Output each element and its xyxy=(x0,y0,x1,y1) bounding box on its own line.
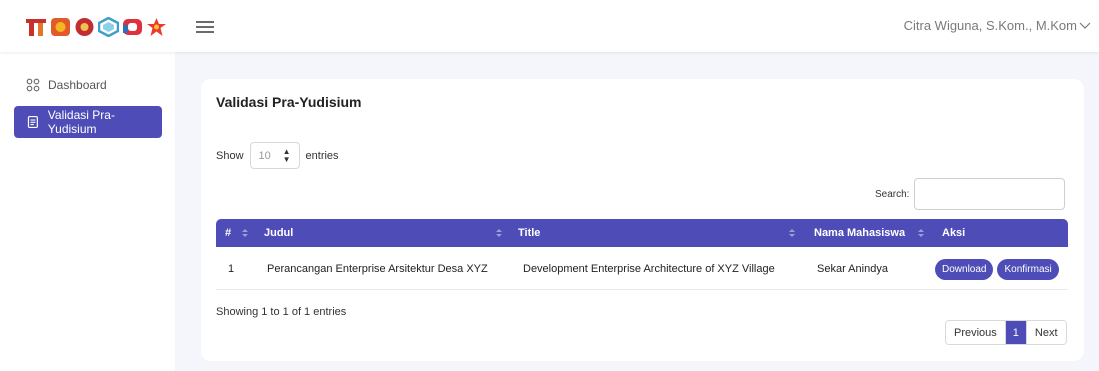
logo-mark-shield-icon xyxy=(51,18,70,36)
top-header: Citra Wiguna, S.Kom., M.Kom xyxy=(0,0,1099,52)
logo-mark-badge-icon xyxy=(98,17,119,37)
page-title: Validasi Pra-Yudisium xyxy=(216,94,362,110)
cell-actions: Download Konfirmasi xyxy=(935,248,1059,290)
logo-mark-loop-icon xyxy=(123,19,142,35)
cell-title: Development Enterprise Architecture of X… xyxy=(523,263,775,275)
pagination: Previous 1 Next xyxy=(945,320,1067,345)
next-page-button[interactable]: Next xyxy=(1025,321,1066,344)
search-input[interactable] xyxy=(914,178,1066,210)
column-header-nama-mahasiswa[interactable]: Nama Mahasiswa xyxy=(814,219,905,247)
search-control: Search: xyxy=(875,178,1066,210)
sort-icon xyxy=(495,224,503,242)
show-label: Show xyxy=(216,149,244,162)
download-button[interactable]: Download xyxy=(935,258,994,280)
user-menu[interactable]: Citra Wiguna, S.Kom., M.Kom xyxy=(904,18,1091,33)
konfirmasi-button[interactable]: Konfirmasi xyxy=(997,258,1059,280)
grid-icon xyxy=(26,78,40,92)
sidebar-item-label: Validasi Pra-Yudisium xyxy=(47,108,115,136)
column-header-number[interactable]: # xyxy=(225,219,231,247)
search-label: Search: xyxy=(875,188,910,200)
logo-mark-emblem-icon xyxy=(75,18,94,36)
page-size-select[interactable]: 10 ▲ ▼ xyxy=(249,142,300,169)
chevron-down-icon xyxy=(1079,22,1091,29)
table-row: 1 Perancangan Enterprise Arsitektur Desa… xyxy=(216,248,1068,290)
logo-mark-t-icon xyxy=(26,19,46,36)
column-header-aksi: Aksi xyxy=(942,227,966,239)
page-size-control: Show 10 ▲ ▼ entries xyxy=(216,142,339,169)
sidebar-item-label: Dashboard xyxy=(48,78,107,92)
document-icon xyxy=(27,115,38,129)
cell-number: 1 xyxy=(228,263,235,275)
sidebar: Dashboard Validasi Pra-Yudisium xyxy=(0,52,175,371)
select-arrows-icon: ▲ ▼ xyxy=(282,146,291,164)
entries-label: entries xyxy=(305,149,339,162)
column-header-judul[interactable]: Judul xyxy=(264,219,293,247)
page-1-button[interactable]: 1 xyxy=(1004,321,1026,344)
cell-judul: Perancangan Enterprise Arsitektur Desa X… xyxy=(267,263,488,275)
hamburger-menu-icon[interactable] xyxy=(196,18,214,34)
sort-icon xyxy=(917,224,925,242)
user-name: Citra Wiguna, S.Kom., M.Kom xyxy=(903,18,1077,33)
page-size-value: 10 xyxy=(258,149,271,162)
sort-icon xyxy=(788,224,796,242)
sidebar-item-dashboard[interactable]: Dashboard xyxy=(14,69,162,101)
sort-icon xyxy=(241,224,249,242)
previous-page-button[interactable]: Previous xyxy=(946,321,1005,344)
table-info: Showing 1 to 1 of 1 entries xyxy=(216,306,347,318)
app-logo[interactable] xyxy=(25,17,167,37)
cell-nama-mahasiswa: Sekar Anindya xyxy=(817,263,888,275)
column-header-title[interactable]: Title xyxy=(518,219,540,247)
sidebar-item-validasi-pra-yudisium[interactable]: Validasi Pra-Yudisium xyxy=(14,106,162,138)
table-header: # Judul Title Nama Mahasiswa Aksi xyxy=(216,219,1068,247)
logo-mark-star-icon xyxy=(147,18,166,36)
